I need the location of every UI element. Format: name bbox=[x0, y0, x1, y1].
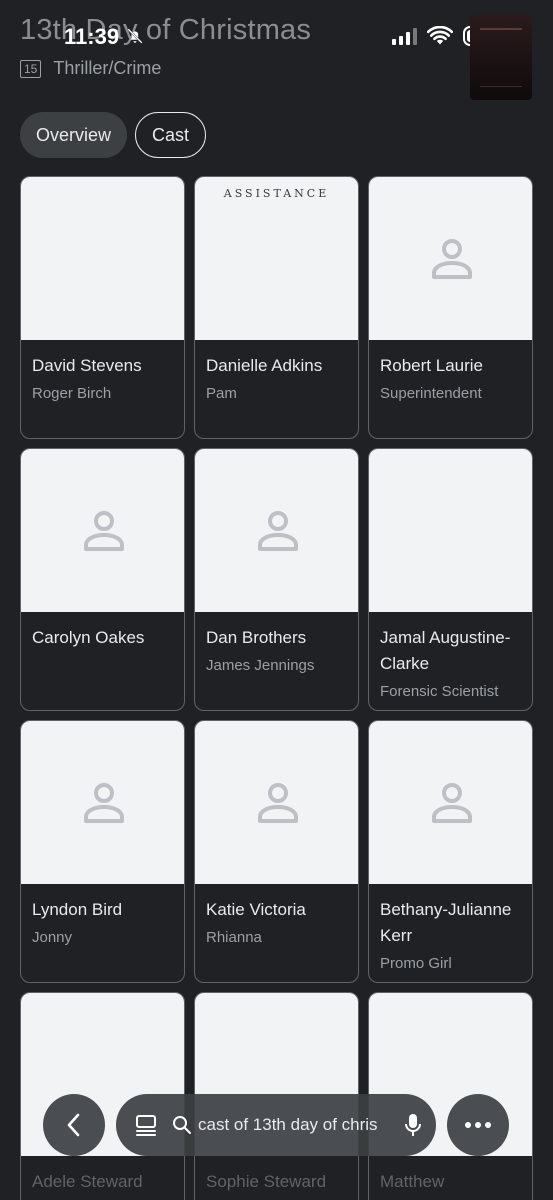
cast-name: Adele Steward bbox=[32, 1172, 143, 1191]
cast-name: Jamal Augustine-Clarke bbox=[380, 628, 511, 673]
cast-card[interactable]: Lyndon Bird Jonny bbox=[20, 720, 185, 983]
tab-cast[interactable]: Cast bbox=[135, 112, 207, 158]
poster-title: ASSISTANCE bbox=[223, 187, 330, 200]
header: 13th Day of Christmas 11:39 15 Thriller/… bbox=[0, 0, 553, 100]
cast-name: Matthew bbox=[380, 1172, 445, 1191]
movie-poster-thumbnail[interactable] bbox=[470, 14, 532, 100]
tab-overview[interactable]: Overview bbox=[20, 112, 128, 158]
person-placeholder-icon bbox=[84, 511, 124, 551]
person-placeholder-icon bbox=[432, 239, 472, 279]
cast-card[interactable]: David Stevens Roger Birch bbox=[20, 176, 185, 439]
cast-name: Robert Laurie bbox=[380, 356, 484, 375]
back-button[interactable] bbox=[43, 1094, 105, 1156]
cast-card[interactable]: Jamal Augustine-Clarke Forensic Scientis… bbox=[368, 448, 533, 711]
wifi-icon bbox=[427, 26, 453, 45]
cast-role: Jonny bbox=[32, 929, 73, 946]
cast-name: Bethany-Julianne Kerr bbox=[380, 900, 512, 945]
cast-photo-placeholder bbox=[21, 449, 184, 612]
cast-name: Sophie Steward bbox=[206, 1172, 327, 1191]
cast-photo-placeholder bbox=[195, 721, 358, 884]
cast-role: Roger Birch bbox=[32, 385, 112, 402]
cast-photo: ASSISTANCE bbox=[195, 177, 358, 340]
person-placeholder-icon bbox=[432, 783, 472, 823]
cellular-signal-icon bbox=[392, 27, 417, 45]
cast-photo bbox=[21, 177, 184, 340]
back-icon bbox=[67, 1113, 80, 1137]
person-placeholder-icon bbox=[84, 783, 124, 823]
cast-card[interactable]: ASSISTANCE Danielle Adkins Pam bbox=[194, 176, 359, 439]
age-rating-badge: 15 bbox=[20, 59, 42, 78]
cast-card[interactable]: Katie Victoria Rhianna bbox=[194, 720, 359, 983]
cast-card[interactable]: Dan Brothers James Jennings bbox=[194, 448, 359, 711]
more-icon bbox=[465, 1122, 491, 1128]
cast-role: Forensic Scientist bbox=[380, 683, 499, 700]
cast-role: Superintendent bbox=[380, 385, 482, 402]
status-time: 11:39 bbox=[64, 24, 120, 49]
cast-card[interactable]: Robert Laurie Superintendent bbox=[368, 176, 533, 439]
cast-name: Carolyn Oakes bbox=[32, 628, 145, 647]
cast-photo bbox=[369, 449, 532, 612]
more-button[interactable] bbox=[447, 1094, 509, 1156]
silent-bell-icon bbox=[127, 28, 143, 44]
cast-name: Katie Victoria bbox=[206, 900, 306, 919]
person-placeholder-icon bbox=[258, 511, 298, 551]
cast-role: Pam bbox=[206, 385, 237, 402]
search-icon bbox=[173, 1116, 191, 1134]
genre-label: Thriller/Crime bbox=[53, 58, 162, 78]
cast-card[interactable]: Carolyn Oakes bbox=[20, 448, 185, 711]
cast-name: David Stevens bbox=[32, 356, 142, 375]
mic-icon[interactable] bbox=[404, 1112, 422, 1138]
cast-role: James Jennings bbox=[206, 657, 315, 674]
cast-photo-placeholder bbox=[195, 449, 358, 612]
person-placeholder-icon bbox=[258, 783, 298, 823]
search-bar[interactable]: cast of 13th day of chris bbox=[116, 1094, 436, 1156]
cast-role: Promo Girl bbox=[380, 955, 452, 972]
cast-name: Lyndon Bird bbox=[32, 900, 123, 919]
tabs-icon[interactable] bbox=[134, 1113, 158, 1137]
cast-name: Dan Brothers bbox=[206, 628, 307, 647]
cast-photo-placeholder bbox=[21, 721, 184, 884]
cast-role: Rhianna bbox=[206, 929, 262, 946]
search-query[interactable]: cast of 13th day of chris bbox=[198, 1115, 383, 1135]
cast-photo-placeholder bbox=[369, 721, 532, 884]
meta-row: 15 Thriller/Crime bbox=[20, 58, 161, 79]
cast-card[interactable]: Bethany-Julianne Kerr Promo Girl bbox=[368, 720, 533, 983]
tab-bar: Overview Cast bbox=[20, 112, 207, 158]
cast-name: Danielle Adkins bbox=[206, 356, 323, 375]
cast-photo-placeholder bbox=[369, 177, 532, 340]
bottom-toolbar: cast of 13th day of chris bbox=[0, 1092, 553, 1158]
